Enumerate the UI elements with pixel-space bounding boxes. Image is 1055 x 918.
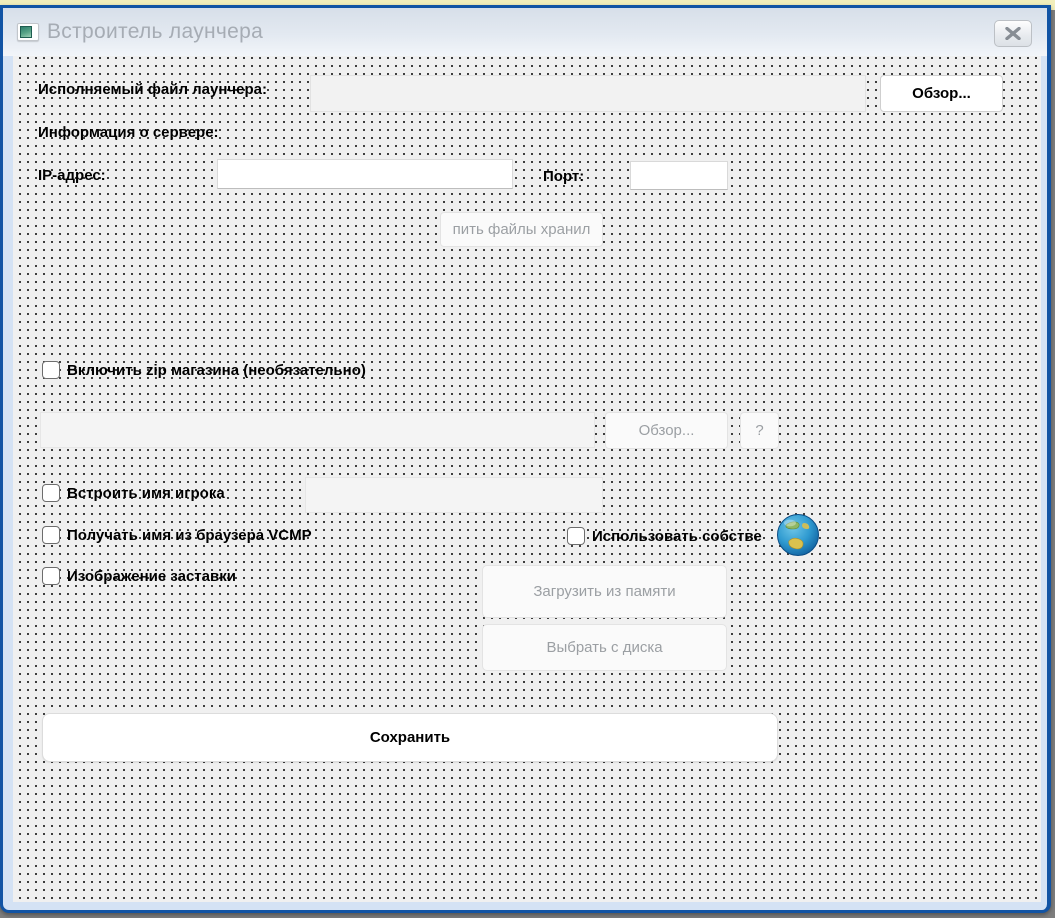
vcmp-name-checkbox[interactable] <box>42 526 60 544</box>
window-title: Встроитель лаунчера <box>47 20 263 44</box>
background-window-sliver <box>1051 0 1055 10</box>
zip-help-button[interactable]: ? <box>740 412 779 449</box>
port-label: Порт: <box>543 168 584 185</box>
player-name-input[interactable] <box>305 477 603 513</box>
form-client-area: Исполняемый файл лаунчера: Обзор... Инфо… <box>13 56 1041 902</box>
exe-file-input[interactable] <box>310 75 866 112</box>
pick-from-disk-button[interactable]: Выбрать с диска <box>482 624 727 671</box>
embed-name-checkbox[interactable] <box>42 484 60 502</box>
vcmp-name-checkbox-row[interactable]: Получать имя из браузера VCMP <box>42 526 312 544</box>
splash-image-checkbox[interactable] <box>42 567 60 585</box>
zip-store-checkbox-label: Включить zip магазина (необязательно) <box>67 362 366 379</box>
embed-name-checkbox-row[interactable]: Встроить имя игрока <box>42 484 225 502</box>
port-input[interactable] <box>630 161 728 190</box>
splash-image-checkbox-label: Изображение заставки <box>67 568 236 585</box>
use-own-checkbox[interactable] <box>567 527 585 545</box>
ip-label: IP-адрес: <box>38 167 106 184</box>
zip-store-checkbox[interactable] <box>42 361 60 379</box>
load-from-memory-button[interactable]: Загрузить из памяти <box>482 565 727 618</box>
close-icon <box>1005 27 1021 40</box>
storage-files-button[interactable]: пить файлы хранил <box>440 212 603 247</box>
splash-image-checkbox-row[interactable]: Изображение заставки <box>42 567 236 585</box>
app-icon <box>17 23 39 41</box>
launcher-embedder-window: Встроитель лаунчера Исполняемый файл лау… <box>0 5 1051 913</box>
exe-file-label: Исполняемый файл лаунчера: <box>38 81 267 98</box>
ip-input[interactable] <box>217 159 513 189</box>
server-info-heading: Информация о сервере: <box>38 124 219 141</box>
browse-zip-button[interactable]: Обзор... <box>605 412 728 449</box>
embed-name-checkbox-label: Встроить имя игрока <box>67 485 225 502</box>
browse-exe-button[interactable]: Обзор... <box>880 75 1003 112</box>
close-button[interactable] <box>994 20 1032 47</box>
title-bar[interactable]: Встроитель лаунчера <box>3 8 1047 56</box>
zip-path-input[interactable] <box>40 412 595 448</box>
app-icon-pane <box>20 26 32 38</box>
vcmp-name-checkbox-label: Получать имя из браузера VCMP <box>67 527 312 544</box>
zip-store-checkbox-row[interactable]: Включить zip магазина (необязательно) <box>42 361 366 379</box>
save-button[interactable]: Сохранить <box>42 713 778 762</box>
use-own-checkbox-label: Использовать собстве <box>592 528 762 545</box>
earth-globe-icon <box>776 513 820 557</box>
use-own-checkbox-row[interactable]: Использовать собстве <box>567 527 795 545</box>
